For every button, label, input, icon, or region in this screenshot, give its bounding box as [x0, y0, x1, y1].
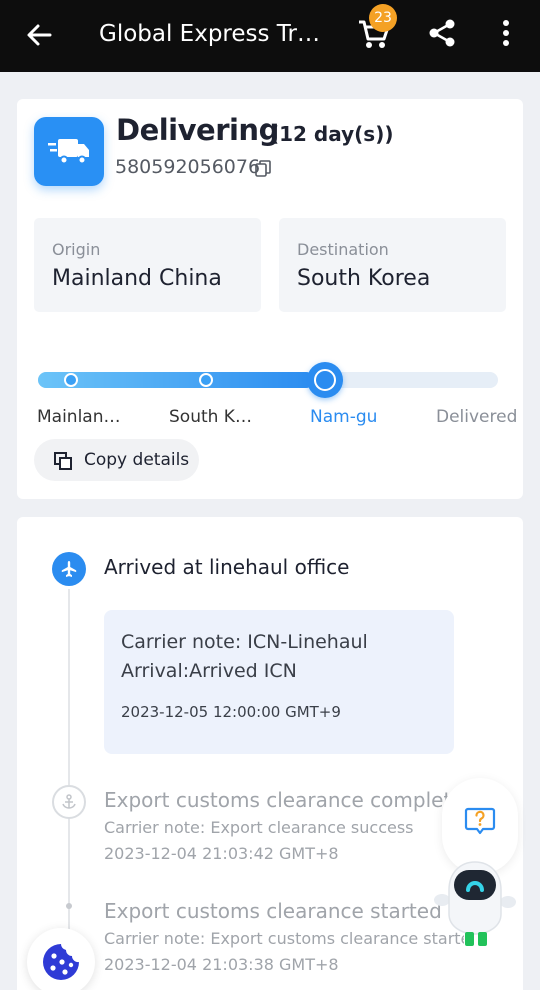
- stop-marker-1: [64, 373, 78, 387]
- origin-value: Mainland China: [52, 266, 222, 291]
- copy-icon[interactable]: [255, 160, 271, 177]
- event-note-box: Carrier note: ICN-Linehaul Arrival:Arriv…: [104, 610, 454, 754]
- copy-details-label: Copy details: [84, 450, 190, 470]
- arrow-left-icon[interactable]: [22, 18, 56, 52]
- page-title: Global Express Tra…: [99, 21, 329, 47]
- airplane-icon: [52, 552, 86, 586]
- robot-assistant-icon[interactable]: [432, 860, 518, 948]
- cart-count-badge: 23: [369, 4, 397, 32]
- progress-fill: [38, 372, 314, 388]
- stop-label-origin: Mainlan…: [37, 407, 121, 427]
- carrier-note: Carrier note: ICN-Linehaul: [121, 631, 368, 653]
- destination-label: Destination: [297, 240, 389, 259]
- progress-track: [38, 362, 498, 398]
- current-stop-marker: [307, 362, 343, 398]
- help-chat-icon: [464, 807, 496, 835]
- truck-icon: [48, 139, 89, 165]
- event-timestamp: 2023-12-05 12:00:00 GMT+9: [121, 703, 341, 721]
- tracking-number: 580592056076: [115, 156, 261, 178]
- share-icon[interactable]: [427, 18, 457, 48]
- destination-value: South Korea: [297, 266, 431, 291]
- app-bar: Global Express Tra… 23: [0, 0, 540, 72]
- anchor-icon: [52, 785, 86, 819]
- delivery-truck-tile: [34, 117, 104, 186]
- copy-details-button[interactable]: Copy details: [34, 439, 199, 481]
- transit-days: (12 day(s)): [270, 122, 394, 146]
- cookie-settings-button[interactable]: [27, 928, 95, 990]
- stop-label-current: Nam-gu: [310, 407, 378, 427]
- event-timestamp: 2023-12-04 21:03:38 GMT+8: [104, 955, 339, 974]
- shipment-summary-card: Delivering (12 day(s)) 580592056076 Orig…: [17, 99, 523, 499]
- event-title: Export customs clearance complete: [104, 788, 464, 812]
- origin-label: Origin: [52, 240, 101, 259]
- event-title: Arrived at linehaul office: [104, 555, 350, 579]
- dot-icon: [66, 903, 72, 909]
- stop-label-transit: South K…: [169, 407, 252, 427]
- stop-label-delivered: Delivered: [436, 407, 518, 427]
- origin-box: Origin Mainland China: [34, 218, 261, 312]
- copy-icon: [54, 452, 72, 470]
- destination-box: Destination South Korea: [279, 218, 506, 312]
- delivery-status: Delivering: [116, 113, 279, 147]
- event-note: Carrier note: Export customs clearance s…: [104, 929, 464, 948]
- event-title: Export customs clearance started: [104, 899, 442, 923]
- event-timestamp: 2023-12-04 21:03:42 GMT+8: [104, 844, 339, 863]
- event-note: Carrier note: Export clearance success: [104, 818, 414, 837]
- stop-marker-2: [199, 373, 213, 387]
- arrival-note: Arrival:Arrived ICN: [121, 660, 297, 682]
- more-vertical-icon[interactable]: [496, 18, 516, 48]
- cookie-icon: [43, 944, 79, 980]
